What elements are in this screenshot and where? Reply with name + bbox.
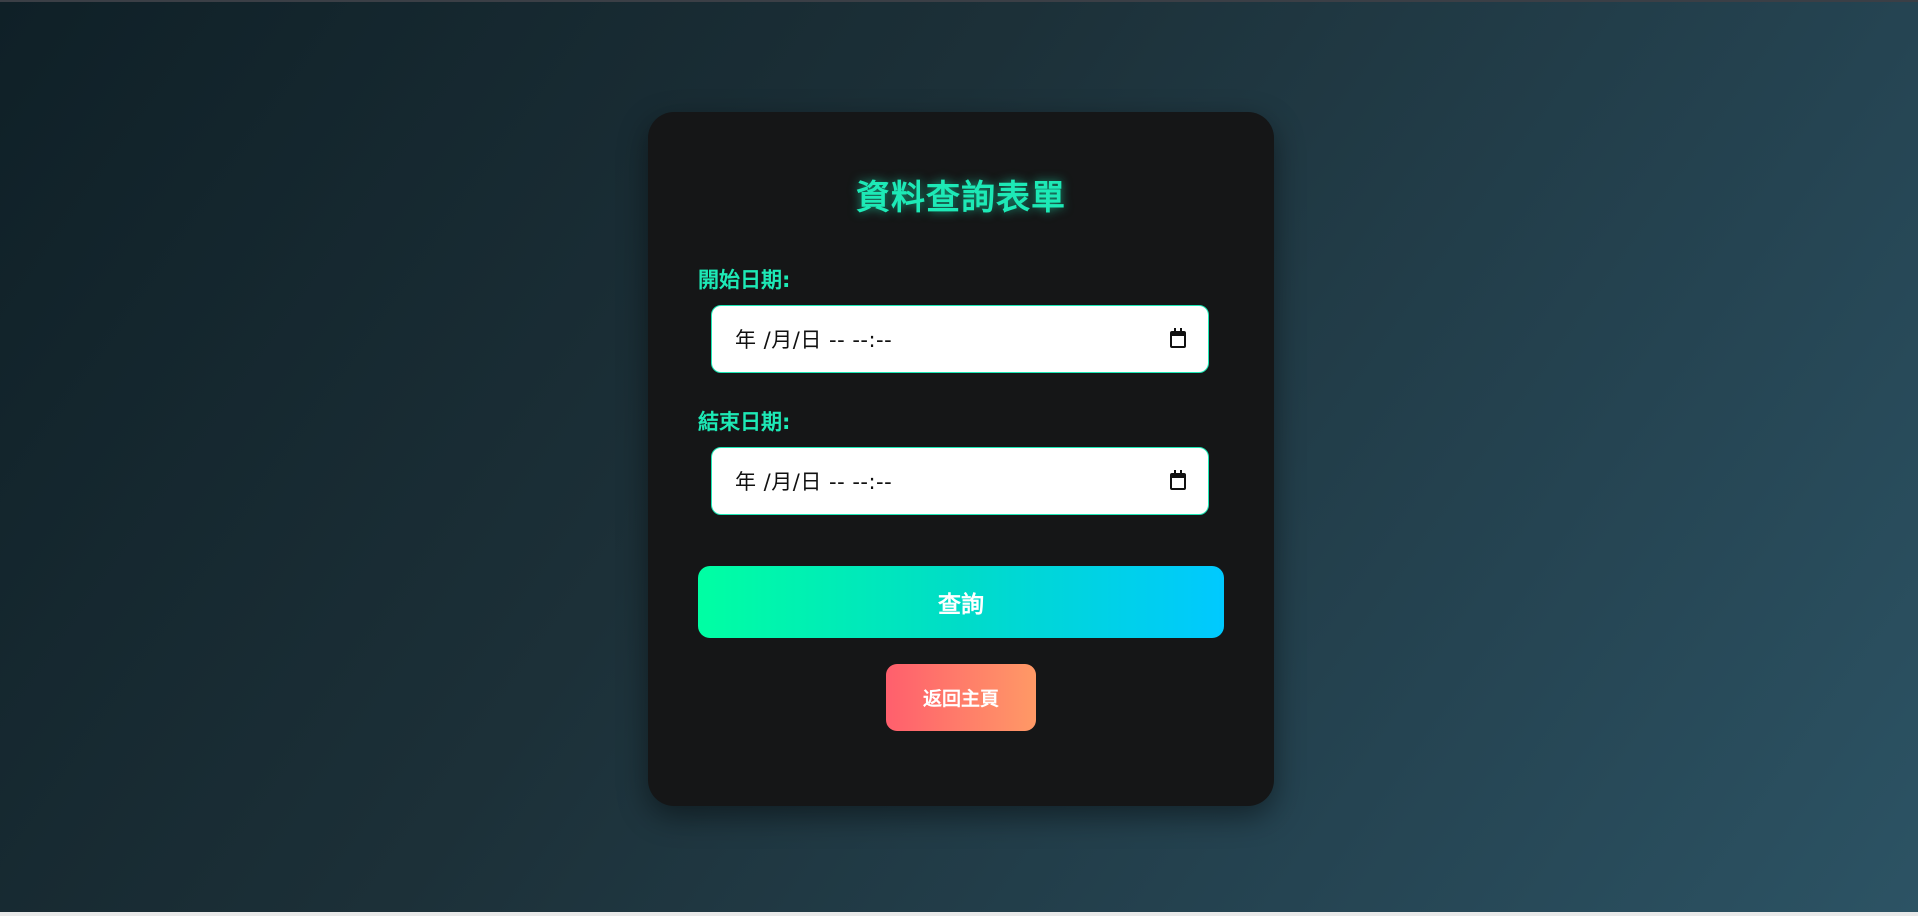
end-date-label: 結束日期: [698, 410, 791, 434]
end-date-input[interactable]: 年 /月/日 -- --:-- [711, 447, 1209, 515]
end-date-value: 年 /月/日 -- --:-- [735, 470, 893, 494]
calendar-icon[interactable] [1170, 469, 1186, 490]
query-button[interactable]: 查詢 [698, 566, 1224, 638]
back-home-button[interactable]: 返回主頁 [886, 664, 1036, 731]
window-bottom-border [0, 912, 1918, 916]
page-title: 資料查詢表單 [856, 178, 1066, 218]
page-background: 資料查詢表單 開始日期: 年 /月/日 -- --:-- 結束日期: 年 /月/… [0, 2, 1918, 912]
query-form-card: 資料查詢表單 開始日期: 年 /月/日 -- --:-- 結束日期: 年 /月/… [648, 112, 1274, 806]
calendar-icon[interactable] [1170, 327, 1186, 348]
start-date-label: 開始日期: [698, 268, 791, 292]
start-date-input[interactable]: 年 /月/日 -- --:-- [711, 305, 1209, 373]
start-date-value: 年 /月/日 -- --:-- [735, 328, 893, 352]
